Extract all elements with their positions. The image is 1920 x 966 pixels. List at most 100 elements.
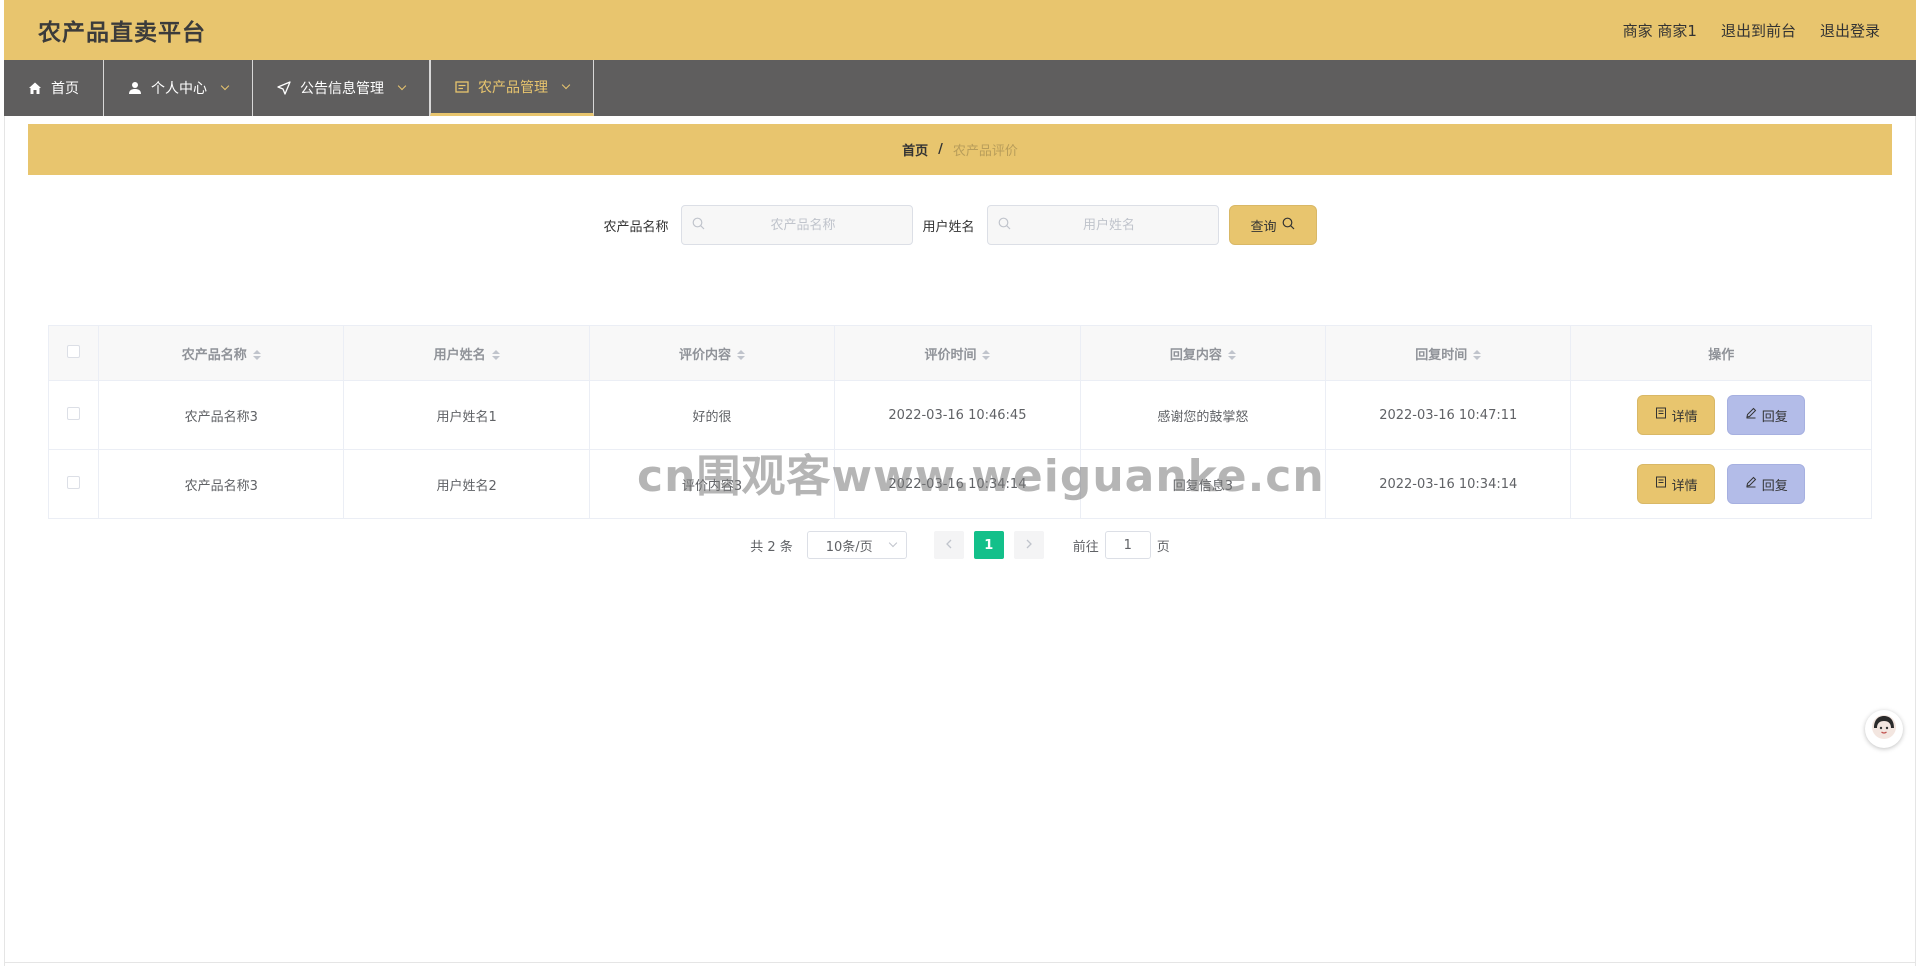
frame-left-border [4,0,5,966]
search-bar: 农产品名称 用户姓名 查询 [28,205,1892,245]
logout-link[interactable]: 退出登录 [1820,20,1880,41]
reply-button-label: 回复 [1761,478,1788,494]
avatar-face-icon [1871,714,1897,744]
query-button-label: 查询 [1250,219,1277,235]
page-unit-label: 页 [1156,539,1170,555]
col-header-label: 农产品名称 [181,347,247,363]
page-number-current[interactable]: 1 [973,531,1004,559]
sort-icon[interactable] [737,350,746,360]
detail-button[interactable]: 详情 [1637,464,1716,504]
detail-button-label: 详情 [1671,409,1698,425]
cell-product: 农产品名称3 [98,449,345,519]
page: 农产品直卖平台 商家 商家1 退出到前台 退出登录 首页 个人中心 公告信息管理 [0,0,1920,966]
home-icon [28,81,42,95]
cell-product: 农产品名称3 [98,380,345,450]
reply-button-label: 回复 [1761,409,1788,425]
frame-right-border [1915,0,1916,966]
goto-label: 前往 [1072,539,1099,555]
chevron-right-icon [1025,538,1033,553]
page-size-value: 10条/页 [825,539,873,555]
cell-reply: 感谢您的鼓掌怒 [1079,380,1327,450]
breadcrumb: 首页 / 农产品评价 [28,124,1892,175]
page-size-select[interactable]: 10条/页 [806,531,907,559]
cell-review-time: 2022-03-16 10:34:14 [834,449,1081,519]
document-icon [1655,407,1667,423]
product-name-label: 农产品名称 [603,219,669,235]
nav-item-product-management[interactable]: 农产品管理 [430,60,594,116]
goto-page-input[interactable] [1104,531,1151,559]
nav-item-personal-center[interactable]: 个人中心 [104,60,253,116]
cell-user: 用户姓名2 [343,449,590,519]
document-icon [455,80,469,94]
cell-operations: 详情 回复 [1570,449,1872,519]
nav-item-label: 农产品管理 [478,79,548,96]
goto-page: 前往 页 [1073,531,1170,559]
detail-button-label: 详情 [1671,478,1698,494]
row-select-cell [47,380,100,450]
breadcrumb-home[interactable]: 首页 [902,140,928,159]
floating-assistant-avatar[interactable] [1865,710,1903,748]
user-name-input[interactable] [1010,217,1208,233]
next-page-button[interactable] [1013,531,1044,559]
col-header-label: 评价时间 [924,347,977,363]
sort-icon[interactable] [1473,350,1482,360]
select-all-cell [47,325,100,381]
col-header-label: 评价内容 [679,347,732,363]
header-actions: 商家 商家1 退出到前台 退出登录 [1623,20,1880,41]
pagination-total: 共 2 条 [750,539,793,555]
breadcrumb-separator: / [938,142,943,157]
send-icon [277,81,291,95]
top-header: 农产品直卖平台 商家 商家1 退出到前台 退出登录 [4,0,1916,60]
chevron-down-icon [397,81,407,91]
review-table: 农产品名称 用户姓名 评价内容 评价时间 回复内容 回复时间 操作 农产品名称3… [47,325,1872,519]
user-name-label: 用户姓名 [922,219,975,235]
nav-item-label: 公告信息管理 [300,81,384,97]
app-title: 农产品直卖平台 [38,20,206,46]
col-header-user[interactable]: 用户姓名 [343,325,590,381]
reply-button[interactable]: 回复 [1727,395,1806,435]
frame-bottom-border [4,962,1916,963]
pagination: 共 2 条 10条/页 1 前往 页 [28,530,1892,560]
product-name-field [680,205,913,245]
sort-icon[interactable] [252,350,261,360]
prev-page-button[interactable] [933,531,964,559]
col-header-label: 回复时间 [1415,347,1468,363]
nav-item-notice-management[interactable]: 公告信息管理 [253,60,430,116]
edit-icon [1745,476,1757,492]
search-icon [1282,217,1295,234]
col-header-label: 用户姓名 [433,347,486,363]
cell-reply-time: 2022-03-16 10:34:14 [1325,449,1572,519]
edit-icon [1745,407,1757,423]
col-header-label: 回复内容 [1169,347,1222,363]
row-checkbox[interactable] [67,406,81,420]
product-name-input[interactable] [704,217,902,233]
search-icon [998,217,1011,234]
col-header-reply[interactable]: 回复内容 [1079,325,1327,381]
table-header-row: 农产品名称 用户姓名 评价内容 评价时间 回复内容 回复时间 操作 [47,325,1872,381]
user-icon [128,81,142,95]
back-to-front-link[interactable]: 退出到前台 [1721,20,1796,41]
nav-item-home[interactable]: 首页 [4,60,104,116]
nav-item-label: 个人中心 [151,81,207,97]
reply-button[interactable]: 回复 [1727,464,1806,504]
nav-item-label: 首页 [51,81,79,97]
cell-review: 好的很 [588,380,836,450]
cell-reply: 回复信息3 [1079,449,1327,519]
select-all-checkbox[interactable] [67,344,81,358]
chevron-down-icon [561,80,571,89]
chevron-down-icon [888,538,897,548]
col-header-reply-time[interactable]: 回复时间 [1325,325,1572,381]
col-header-review-time[interactable]: 评价时间 [834,325,1081,381]
cell-reply-time: 2022-03-16 10:47:11 [1325,380,1572,450]
sort-icon[interactable] [982,350,991,360]
sort-icon[interactable] [491,350,500,360]
row-checkbox[interactable] [67,475,81,489]
cell-review: 评价内容3 [588,449,836,519]
cell-operations: 详情 回复 [1570,380,1872,450]
col-header-product[interactable]: 农产品名称 [98,325,345,381]
search-icon [692,217,705,234]
query-button[interactable]: 查询 [1228,205,1317,245]
sort-icon[interactable] [1227,350,1236,360]
detail-button[interactable]: 详情 [1637,395,1716,435]
col-header-review[interactable]: 评价内容 [588,325,836,381]
